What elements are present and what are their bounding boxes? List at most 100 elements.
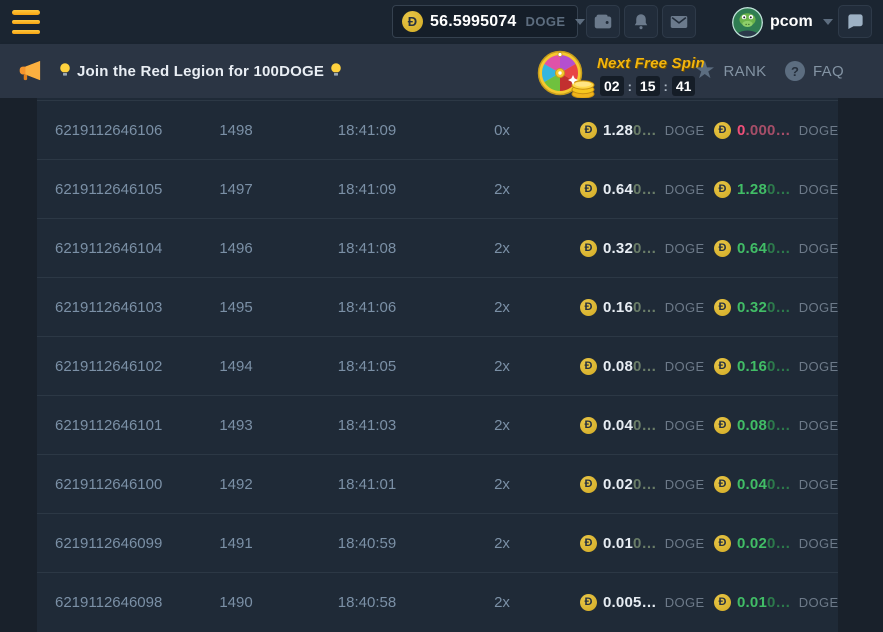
wallet-button[interactable] xyxy=(586,5,620,38)
bet-amount-value: 1.28 xyxy=(603,122,633,139)
bet-amount-trailing: 0… xyxy=(633,535,657,552)
bet-time: 18:41:06 xyxy=(307,278,427,336)
doge-coin-icon: Ð xyxy=(580,594,597,611)
table-row[interactable]: 6219112646101 1493 18:41:03 2x Ð 0.040… … xyxy=(37,395,838,454)
doge-coin-icon: Ð xyxy=(714,417,731,434)
wallet-icon xyxy=(592,11,614,33)
currency-label: DOGE xyxy=(665,123,705,138)
bet-time: 18:40:59 xyxy=(307,514,427,572)
doge-coin-icon: Ð xyxy=(402,11,423,32)
hamburger-menu-button[interactable] xyxy=(12,10,40,34)
profit-amount: Ð 0.020… DOGE xyxy=(714,514,839,572)
table-row[interactable]: 6219112646102 1494 18:41:05 2x Ð 0.080… … xyxy=(37,336,838,395)
currency-label: DOGE xyxy=(799,595,839,610)
profit-amount: Ð 0.040… DOGE xyxy=(714,455,839,513)
doge-coin-icon: Ð xyxy=(580,240,597,257)
bet-amount-value: 0.32 xyxy=(603,240,633,257)
bet-amount-trailing: 0… xyxy=(633,417,657,434)
envelope-icon xyxy=(668,11,690,33)
bet-time: 18:41:03 xyxy=(307,396,427,454)
bets-table-body: 6219112646106 1498 18:41:09 0x Ð 1.280… … xyxy=(37,98,838,632)
table-row[interactable]: 6219112646104 1496 18:41:08 2x Ð 0.320… … xyxy=(37,218,838,277)
bell-icon xyxy=(630,11,652,33)
currency-label: DOGE xyxy=(799,123,839,138)
doge-coin-icon: Ð xyxy=(714,476,731,493)
faq-link[interactable]: ? FAQ xyxy=(785,44,844,98)
bet-multiplier: 2x xyxy=(452,219,552,277)
doge-coin-icon: Ð xyxy=(714,299,731,316)
table-row[interactable]: 6219112646103 1495 18:41:06 2x Ð 0.160… … xyxy=(37,277,838,336)
bet-multiplier: 2x xyxy=(452,278,552,336)
bet-multiplier: 2x xyxy=(452,573,552,631)
countdown-minutes: 15 xyxy=(636,76,660,96)
hamburger-bar xyxy=(12,10,40,15)
bet-time: 18:41:09 xyxy=(307,160,427,218)
bet-amount: Ð 0.005… DOGE xyxy=(580,573,705,631)
rank-link[interactable]: ★ RANK xyxy=(694,44,766,98)
currency-label: DOGE xyxy=(799,182,839,197)
doge-coin-icon: Ð xyxy=(714,535,731,552)
bet-amount-trailing: 0… xyxy=(633,476,657,493)
bet-multiplier: 2x xyxy=(452,337,552,395)
bet-time: 18:41:08 xyxy=(307,219,427,277)
bet-id: 6219112646102 xyxy=(55,337,162,395)
doge-coin-icon: Ð xyxy=(714,594,731,611)
messages-button[interactable] xyxy=(662,5,696,38)
doge-coin-icon: Ð xyxy=(580,476,597,493)
faq-label: FAQ xyxy=(813,63,844,80)
currency-label: DOGE xyxy=(799,241,839,256)
bet-multiplier: 0x xyxy=(452,101,552,159)
bet-multiplier: 2x xyxy=(452,514,552,572)
bet-nonce: 1498 xyxy=(186,101,286,159)
profit-amount: Ð 0.000… DOGE xyxy=(714,101,839,159)
spin-wheel-icon xyxy=(537,48,599,100)
doge-coin-icon: Ð xyxy=(714,358,731,375)
bet-nonce: 1493 xyxy=(186,396,286,454)
balance-amount: 56.5995074 xyxy=(430,13,517,31)
notifications-button[interactable] xyxy=(624,5,658,38)
profit-amount: Ð 0.080… DOGE xyxy=(714,396,839,454)
doge-coin-icon: Ð xyxy=(580,535,597,552)
announcement-text: Join the Red Legion for 100DOGE xyxy=(77,63,324,80)
bet-id: 6219112646099 xyxy=(55,514,162,572)
bet-time: 18:41:09 xyxy=(307,101,427,159)
table-row[interactable]: 6219112646100 1492 18:41:01 2x Ð 0.020… … xyxy=(37,454,838,513)
question-icon: ? xyxy=(785,61,805,81)
bet-id: 6219112646105 xyxy=(55,160,162,218)
bet-amount-value: 0.04 xyxy=(603,417,633,434)
bet-nonce: 1492 xyxy=(186,455,286,513)
table-row[interactable]: 6219112646099 1491 18:40:59 2x Ð 0.010… … xyxy=(37,513,838,572)
profit-amount: Ð 0.010… DOGE xyxy=(714,573,839,631)
bet-id: 6219112646103 xyxy=(55,278,162,336)
profit-amount-trailing: 0… xyxy=(767,476,791,493)
profit-amount-value: 0.64 xyxy=(737,240,767,257)
bet-id: 6219112646100 xyxy=(55,455,162,513)
coins-icon xyxy=(572,81,594,98)
currency-label: DOGE xyxy=(799,418,839,433)
profit-amount: Ð 1.280… DOGE xyxy=(714,160,839,218)
rank-label: RANK xyxy=(724,63,767,80)
user-menu[interactable]: pcom xyxy=(732,0,833,44)
announcement-bar: Join the Red Legion for 100DOGE xyxy=(0,44,883,98)
balance-currency-label: DOGE xyxy=(526,14,566,29)
currency-label: DOGE xyxy=(665,182,705,197)
doge-coin-icon: Ð xyxy=(580,181,597,198)
profit-amount-value: 0.16 xyxy=(737,358,767,375)
countdown-seconds: 41 xyxy=(672,76,696,96)
bet-amount-trailing: 0… xyxy=(633,181,657,198)
table-row[interactable]: 6219112646105 1497 18:41:09 2x Ð 0.640… … xyxy=(37,159,838,218)
profit-amount-value: 0.04 xyxy=(737,476,767,493)
free-spin-widget[interactable]: Next Free Spin 02 : 15 : 41 xyxy=(537,46,682,98)
profit-amount: Ð 0.640… DOGE xyxy=(714,219,839,277)
balance-selector[interactable]: Ð 56.5995074 DOGE xyxy=(392,5,578,38)
chat-toggle-button[interactable] xyxy=(838,5,872,38)
table-row[interactable]: 6219112646106 1498 18:41:09 0x Ð 1.280… … xyxy=(37,100,838,159)
bet-amount-value: 0.01 xyxy=(603,535,633,552)
table-row[interactable]: 6219112646098 1490 18:40:58 2x Ð 0.005… … xyxy=(37,572,838,631)
bet-id: 6219112646101 xyxy=(55,396,162,454)
bet-nonce: 1491 xyxy=(186,514,286,572)
lightbulb-icon xyxy=(58,62,72,78)
countdown-timer: 02 : 15 : 41 xyxy=(600,76,695,96)
megaphone-icon xyxy=(17,57,44,84)
bet-amount: Ð 0.640… DOGE xyxy=(580,160,705,218)
